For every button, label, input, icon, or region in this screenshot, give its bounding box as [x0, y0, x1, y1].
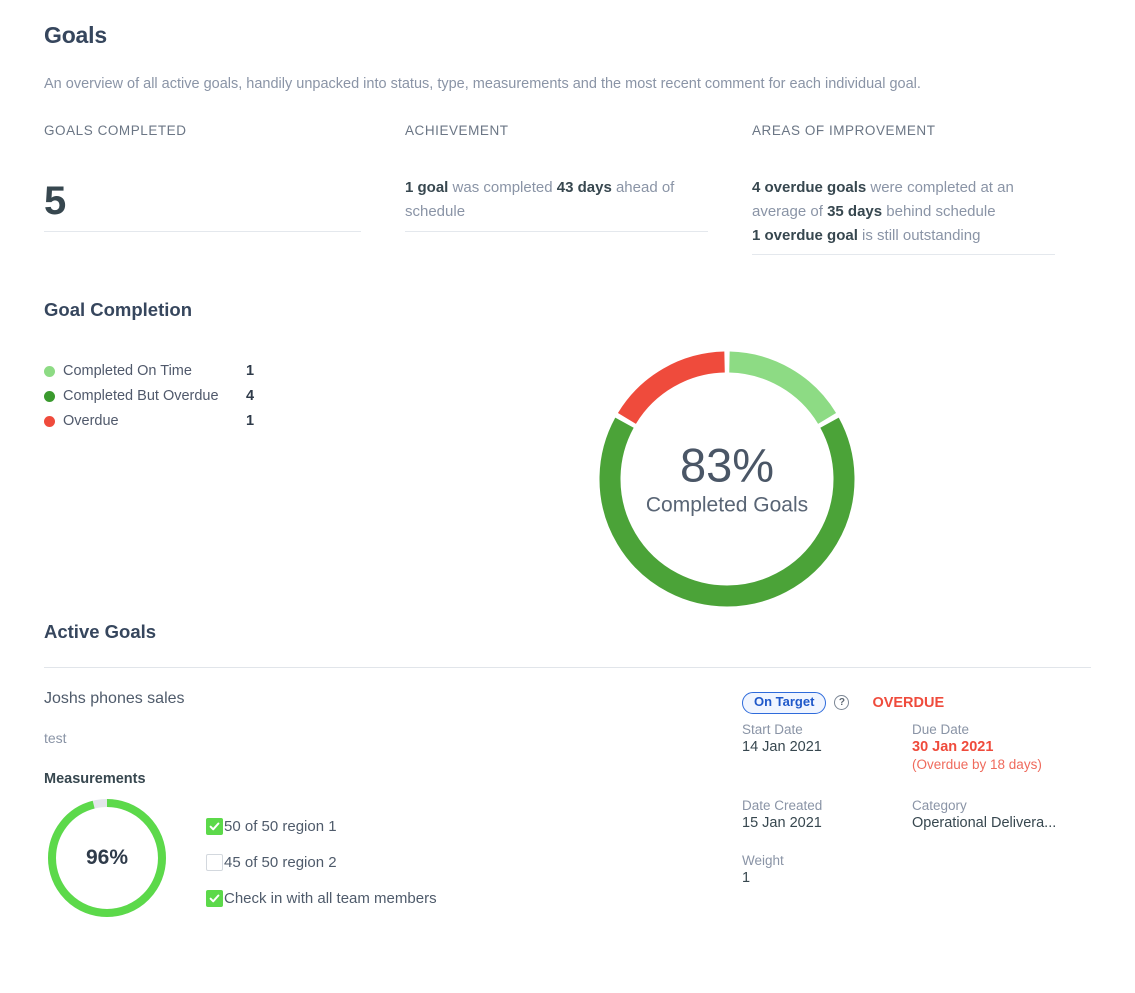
field-label: Date Created: [742, 797, 823, 813]
field-value: 14 Jan 2021: [742, 738, 822, 755]
field-value: 1: [742, 869, 751, 886]
goals-completed-value: 5: [44, 178, 67, 223]
goal-created-row: Date Created 15 Jan 2021 Category Operat…: [742, 798, 1091, 831]
field-value: Operational Delivera...: [912, 814, 1057, 831]
legend-item-completed-but-overdue: Completed But Overdue 4: [44, 384, 254, 409]
achievement-mid-1: was completed: [448, 178, 557, 196]
measurement-item[interactable]: Check in with all team members: [206, 881, 437, 917]
legend-label: Completed On Time: [63, 363, 192, 380]
legend-label: Overdue: [63, 413, 119, 430]
measurement-label: 50 of 50 region 1: [224, 818, 337, 836]
legend-item-completed-on-time: Completed On Time 1: [44, 359, 254, 384]
improvement-outstanding-count: 1 overdue goal: [752, 226, 858, 244]
measurement-label: 45 of 50 region 2: [224, 854, 337, 872]
checkbox-checked-icon[interactable]: [206, 890, 223, 908]
measurements-block: 96% 50 of 50 region 1 45 of 50 region 2: [44, 795, 742, 921]
field-category: Category Operational Delivera...: [912, 798, 1082, 831]
improvement-overdue-count: 4 overdue goals: [752, 178, 867, 196]
checkbox-checked-icon[interactable]: [206, 818, 223, 836]
improvement-days: 35 days: [827, 202, 883, 220]
goal-row[interactable]: Joshs phones sales test Measurements 96%: [44, 690, 1091, 921]
stat-body: 4 overdue goals were completed at an ave…: [752, 146, 1055, 255]
donut-segment: [728, 351, 837, 424]
field-start-date: Start Date 14 Jan 2021: [742, 722, 912, 772]
measurement-item[interactable]: 50 of 50 region 1: [206, 809, 437, 845]
page-subtitle: An overview of all active goals, handily…: [44, 76, 921, 92]
field-value: 30 Jan 2021: [912, 738, 994, 755]
improvement-tail-2: is still outstanding: [857, 226, 981, 244]
stat-label: GOALS COMPLETED: [44, 122, 187, 138]
stat-goals-completed: GOALS COMPLETED 5: [44, 123, 391, 255]
gauge-percent-label: 96%: [85, 845, 129, 869]
achievement-text: 1 goal was completed 43 days ahead of sc…: [405, 176, 708, 224]
field-label: Category: [912, 797, 967, 813]
measurement-label: Check in with all team members: [224, 890, 437, 908]
goal-description: test: [44, 729, 67, 746]
field-label: Start Date: [742, 721, 803, 737]
field-label: Weight: [742, 852, 784, 868]
field-label: Due Date: [912, 721, 970, 737]
legend-label: Completed But Overdue: [63, 388, 219, 405]
goal-status-row: On Target ? OVERDUE: [742, 691, 1091, 714]
stat-achievement: ACHIEVEMENT 1 goal was completed 43 days…: [391, 123, 738, 255]
field-due-date: Due Date 30 Jan 2021 (Overdue by 18 days…: [912, 722, 1082, 772]
goal-completion-legend: Completed On Time 1 Completed But Overdu…: [44, 359, 254, 434]
legend-dot-icon: [44, 415, 55, 427]
status-badge[interactable]: On Target: [742, 691, 827, 714]
stat-areas-of-improvement: AREAS OF IMPROVEMENT 4 overdue goals wer…: [738, 123, 1085, 255]
goal-dates-row: Start Date 14 Jan 2021 Due Date 30 Jan 2…: [742, 722, 1091, 772]
active-goals-title: Active Goals: [44, 620, 157, 642]
field-date-created: Date Created 15 Jan 2021: [742, 798, 912, 831]
measurements-title: Measurements: [44, 770, 146, 787]
help-circle-icon[interactable]: ?: [834, 695, 850, 711]
goal-meta: On Target ? OVERDUE Start Date 14 Jan 20…: [742, 690, 1091, 921]
improvement-tail-1: behind schedule: [882, 202, 996, 220]
field-overdue-note: (Overdue by 18 days): [912, 756, 1042, 772]
legend-value: 1: [246, 363, 255, 380]
measurement-progress-gauge: 96%: [44, 795, 170, 921]
active-goals-divider: [44, 666, 1091, 668]
legend-item-overdue: Overdue 1: [44, 409, 254, 434]
goal-completion-donut-chart: 83% Completed Goals: [581, 333, 873, 625]
goal-completion-title: Goal Completion: [44, 298, 192, 320]
stat-body: 5: [44, 146, 361, 232]
stat-body: 1 goal was completed 43 days ahead of sc…: [405, 146, 708, 232]
legend-dot-icon: [44, 390, 55, 402]
measurement-item[interactable]: 45 of 50 region 2: [206, 845, 437, 881]
overdue-flag: OVERDUE: [872, 694, 945, 711]
goal-completion-section: Completed On Time 1 Completed But Overdu…: [44, 321, 1091, 621]
checkbox-unchecked-icon[interactable]: [206, 854, 223, 872]
achievement-goal-count: 1 goal: [405, 178, 449, 196]
goal-name[interactable]: Joshs phones sales: [44, 690, 742, 708]
summary-stats: GOALS COMPLETED 5 ACHIEVEMENT 1 goal was…: [44, 123, 1091, 255]
legend-value: 1: [246, 413, 255, 430]
donut-segment: [599, 417, 855, 607]
stat-label: AREAS OF IMPROVEMENT: [752, 122, 936, 138]
stat-label: ACHIEVEMENT: [405, 122, 509, 138]
field-weight: Weight 1: [742, 853, 912, 886]
achievement-days: 43 days: [556, 178, 612, 196]
measurement-list: 50 of 50 region 1 45 of 50 region 2 Chec…: [206, 795, 437, 917]
goals-page: Goals An overview of all active goals, h…: [0, 0, 1135, 921]
legend-value: 4: [246, 388, 255, 405]
donut-segment: [617, 351, 726, 424]
field-value: 15 Jan 2021: [742, 814, 822, 831]
goal-main: Joshs phones sales test Measurements 96%: [44, 690, 742, 921]
legend-dot-icon: [44, 365, 55, 377]
goal-weight-row: Weight 1: [742, 853, 1091, 886]
donut-svg: [599, 351, 855, 607]
page-title: Goals: [44, 22, 107, 48]
improvement-text: 4 overdue goals were completed at an ave…: [752, 176, 1055, 248]
